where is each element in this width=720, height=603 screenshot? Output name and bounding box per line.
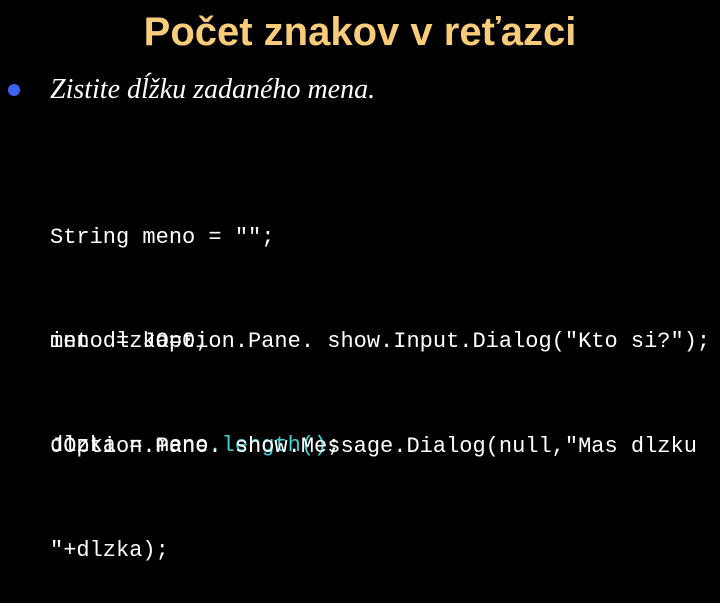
bullet-dot-icon (8, 84, 20, 96)
code-line: "+dlzka); (50, 537, 169, 563)
code-line: JOption.Pane. show.Message.Dialog(null,"… (50, 434, 697, 459)
code-line: String meno = ""; (50, 225, 275, 250)
code-line: meno = JOption.Pane. show.Input.Dialog("… (50, 329, 711, 354)
slide-title: Počet znakov v reťazci (143, 10, 577, 54)
bullet-text: Zistite dĺžku zadaného mena. (50, 74, 376, 105)
code-block-message: JOption.Pane. show.Message.Dialog(null,"… (50, 361, 697, 603)
bullet-item: Zistite dĺžku zadaného mena. (8, 72, 375, 108)
